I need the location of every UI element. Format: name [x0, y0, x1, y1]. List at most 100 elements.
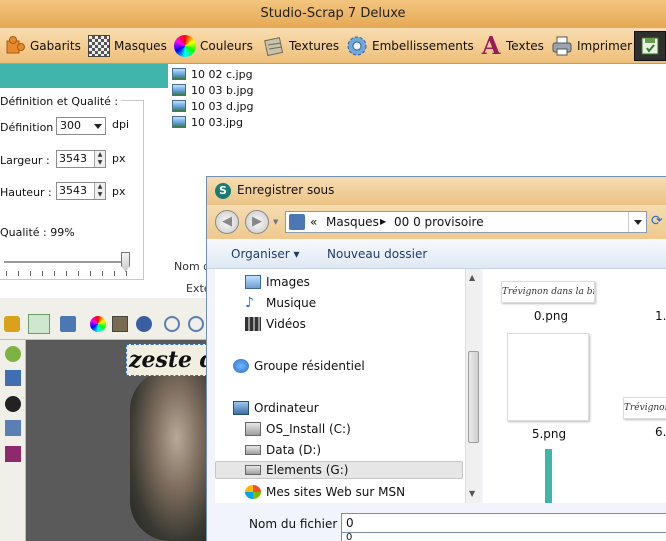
zoom-in-icon[interactable] — [164, 316, 180, 332]
textures-label: Textures — [289, 39, 340, 53]
embellissements-button[interactable]: Embellissements — [346, 33, 474, 59]
layers-icon[interactable] — [136, 316, 152, 332]
new-folder-button[interactable]: Nouveau dossier — [327, 247, 427, 261]
filename-input[interactable]: 0 — [341, 513, 666, 533]
zoom-out-icon[interactable] — [188, 316, 204, 332]
embellissements-label: Embellissements — [372, 39, 474, 53]
drive-icon — [245, 465, 261, 475]
textes-button[interactable]: A Textes — [480, 33, 544, 59]
group-title: Définition et Qualité : — [0, 95, 122, 108]
refresh-icon[interactable]: ⟳ — [651, 213, 663, 229]
app-title: Studio-Scrap 7 Deluxe — [260, 6, 406, 21]
nav-item-music[interactable]: ♪ Musique — [245, 294, 316, 312]
filename-autocomplete[interactable]: 0 — [341, 533, 666, 541]
panel-header-strip — [0, 64, 168, 88]
quality-slider-ticks — [6, 271, 130, 276]
scroll-down-icon[interactable]: ▼ — [469, 489, 475, 498]
nav-item-drive-d[interactable]: Data (D:) — [245, 441, 321, 459]
thumbnail-item[interactable]: Trévignon dans la brume 0.png — [501, 281, 601, 323]
color-wheel-icon — [174, 35, 196, 57]
music-note-icon: ♪ — [245, 295, 254, 311]
couleurs-button[interactable]: Couleurs — [174, 33, 253, 59]
thumbnail-name: 6. — [655, 425, 666, 439]
quality-slider-track[interactable] — [4, 261, 130, 263]
height-unit: px — [112, 185, 126, 198]
nav-item-drive-c[interactable]: OS_Install (C:) — [245, 420, 351, 438]
thumbnail-teal-preview[interactable] — [545, 449, 552, 503]
transform-icon[interactable] — [60, 316, 76, 332]
textures-button[interactable]: Textures — [263, 33, 339, 59]
dialog-title: Enregistrer sous — [237, 183, 335, 197]
chevron-down-icon — [94, 124, 102, 129]
lock-icon[interactable] — [4, 316, 20, 332]
file-item[interactable]: 10 03.jpg — [172, 114, 292, 130]
imprimer-button[interactable]: Imprimer — [551, 33, 632, 59]
save-toolbar-button[interactable] — [634, 31, 666, 61]
nav-item-videos[interactable]: Vidéos — [245, 315, 306, 333]
image-file-icon — [172, 116, 186, 128]
nav-item-msn[interactable]: Mes sites Web sur MSN — [245, 483, 405, 501]
stepper-down-icon[interactable]: ▼ — [95, 191, 105, 199]
forward-button[interactable]: ▶ — [245, 210, 269, 234]
stepper-down-icon[interactable]: ▼ — [95, 159, 105, 167]
breadcrumb-current-folder[interactable]: 00 0 provisoire — [394, 212, 484, 232]
drive-icon — [245, 445, 261, 455]
width-stepper[interactable]: 3543 ▲ ▼ — [56, 150, 106, 168]
height-stepper[interactable]: 3543 ▲ ▼ — [56, 182, 106, 200]
history-dropdown-icon[interactable]: ▼ — [273, 218, 278, 226]
move-icon[interactable] — [5, 370, 21, 386]
color-icon[interactable] — [90, 316, 106, 332]
gabarits-button[interactable]: Gabarits — [4, 33, 81, 59]
file-item[interactable]: 10 03 d.jpg — [172, 98, 292, 114]
file-item[interactable]: 10 02 c.jpg — [172, 66, 292, 82]
thumbnail-item[interactable]: 1. — [623, 281, 666, 323]
properties-icon[interactable] — [5, 420, 21, 436]
address-bar[interactable]: « Masques ▶ 00 0 provisoire — [285, 211, 647, 233]
save-icon — [639, 35, 661, 57]
width-stepper-buttons[interactable]: ▲ ▼ — [94, 151, 105, 167]
breadcrumb-separator-icon[interactable]: ▶ — [380, 212, 386, 232]
definition-unit: dpi — [112, 118, 130, 131]
scrollbar-thumb[interactable] — [468, 351, 479, 443]
scroll-up-icon[interactable]: ▲ — [469, 273, 475, 282]
back-button[interactable]: ◀ — [215, 210, 239, 234]
send-back-icon[interactable] — [5, 446, 21, 462]
add-icon[interactable] — [5, 346, 21, 362]
file-list: 10 02 c.jpg 10 03 b.jpg 10 03 d.jpg 10 0… — [172, 66, 292, 130]
canvas-text-element[interactable]: zeste d' — [126, 344, 208, 376]
gear-flower-icon — [346, 35, 368, 57]
export-settings-panel: Définition et Qualité : Définition : 300… — [0, 88, 168, 298]
definition-select[interactable]: 300 — [56, 117, 106, 135]
couleurs-label: Couleurs — [200, 39, 253, 53]
stepper-up-icon[interactable]: ▲ — [95, 151, 105, 159]
breadcrumb-masques[interactable]: Masques — [326, 212, 379, 232]
select-tool-icon[interactable] — [28, 314, 50, 334]
thumbnail-item[interactable]: Trévignon d 6. — [623, 397, 666, 439]
organize-button[interactable]: Organiser ▾ — [231, 247, 299, 261]
thumbnail-item[interactable]: 5.png — [507, 333, 591, 441]
quality-label: Qualité : 99% — [0, 226, 75, 239]
dialog-navigation-bar: ◀ ▶ ▼ « Masques ▶ 00 0 provisoire ⟳ — [207, 205, 666, 239]
nav-item-homegroup[interactable]: Groupe résidentiel — [233, 357, 365, 375]
image-icon[interactable] — [112, 316, 128, 332]
drive-c-icon — [245, 422, 261, 436]
address-dropdown-icon[interactable] — [628, 212, 646, 232]
canvas-photo[interactable] — [130, 370, 208, 541]
main-toolbar: Gabarits Masques Couleurs Textures Embel… — [0, 28, 666, 64]
image-file-icon — [172, 68, 186, 80]
file-item[interactable]: 10 03 b.jpg — [172, 82, 292, 98]
breadcrumb-overflow[interactable]: « — [310, 212, 317, 232]
eye-icon[interactable] — [5, 396, 21, 412]
textes-label: Textes — [506, 39, 544, 53]
nav-item-images[interactable]: Images — [245, 273, 310, 291]
nav-item-computer[interactable]: Ordinateur — [233, 399, 319, 417]
checker-icon — [88, 35, 110, 57]
height-stepper-buttons[interactable]: ▲ ▼ — [94, 183, 105, 199]
nav-item-drive-g[interactable]: Elements (G:) — [215, 461, 463, 479]
image-file-icon — [172, 100, 186, 112]
imprimer-label: Imprimer — [577, 39, 633, 53]
masques-button[interactable]: Masques — [88, 33, 167, 59]
nav-pane-scrollbar[interactable]: ▲ ▼ — [465, 269, 481, 503]
stepper-up-icon[interactable]: ▲ — [95, 183, 105, 191]
thumbnail-name: 0.png — [533, 309, 569, 323]
